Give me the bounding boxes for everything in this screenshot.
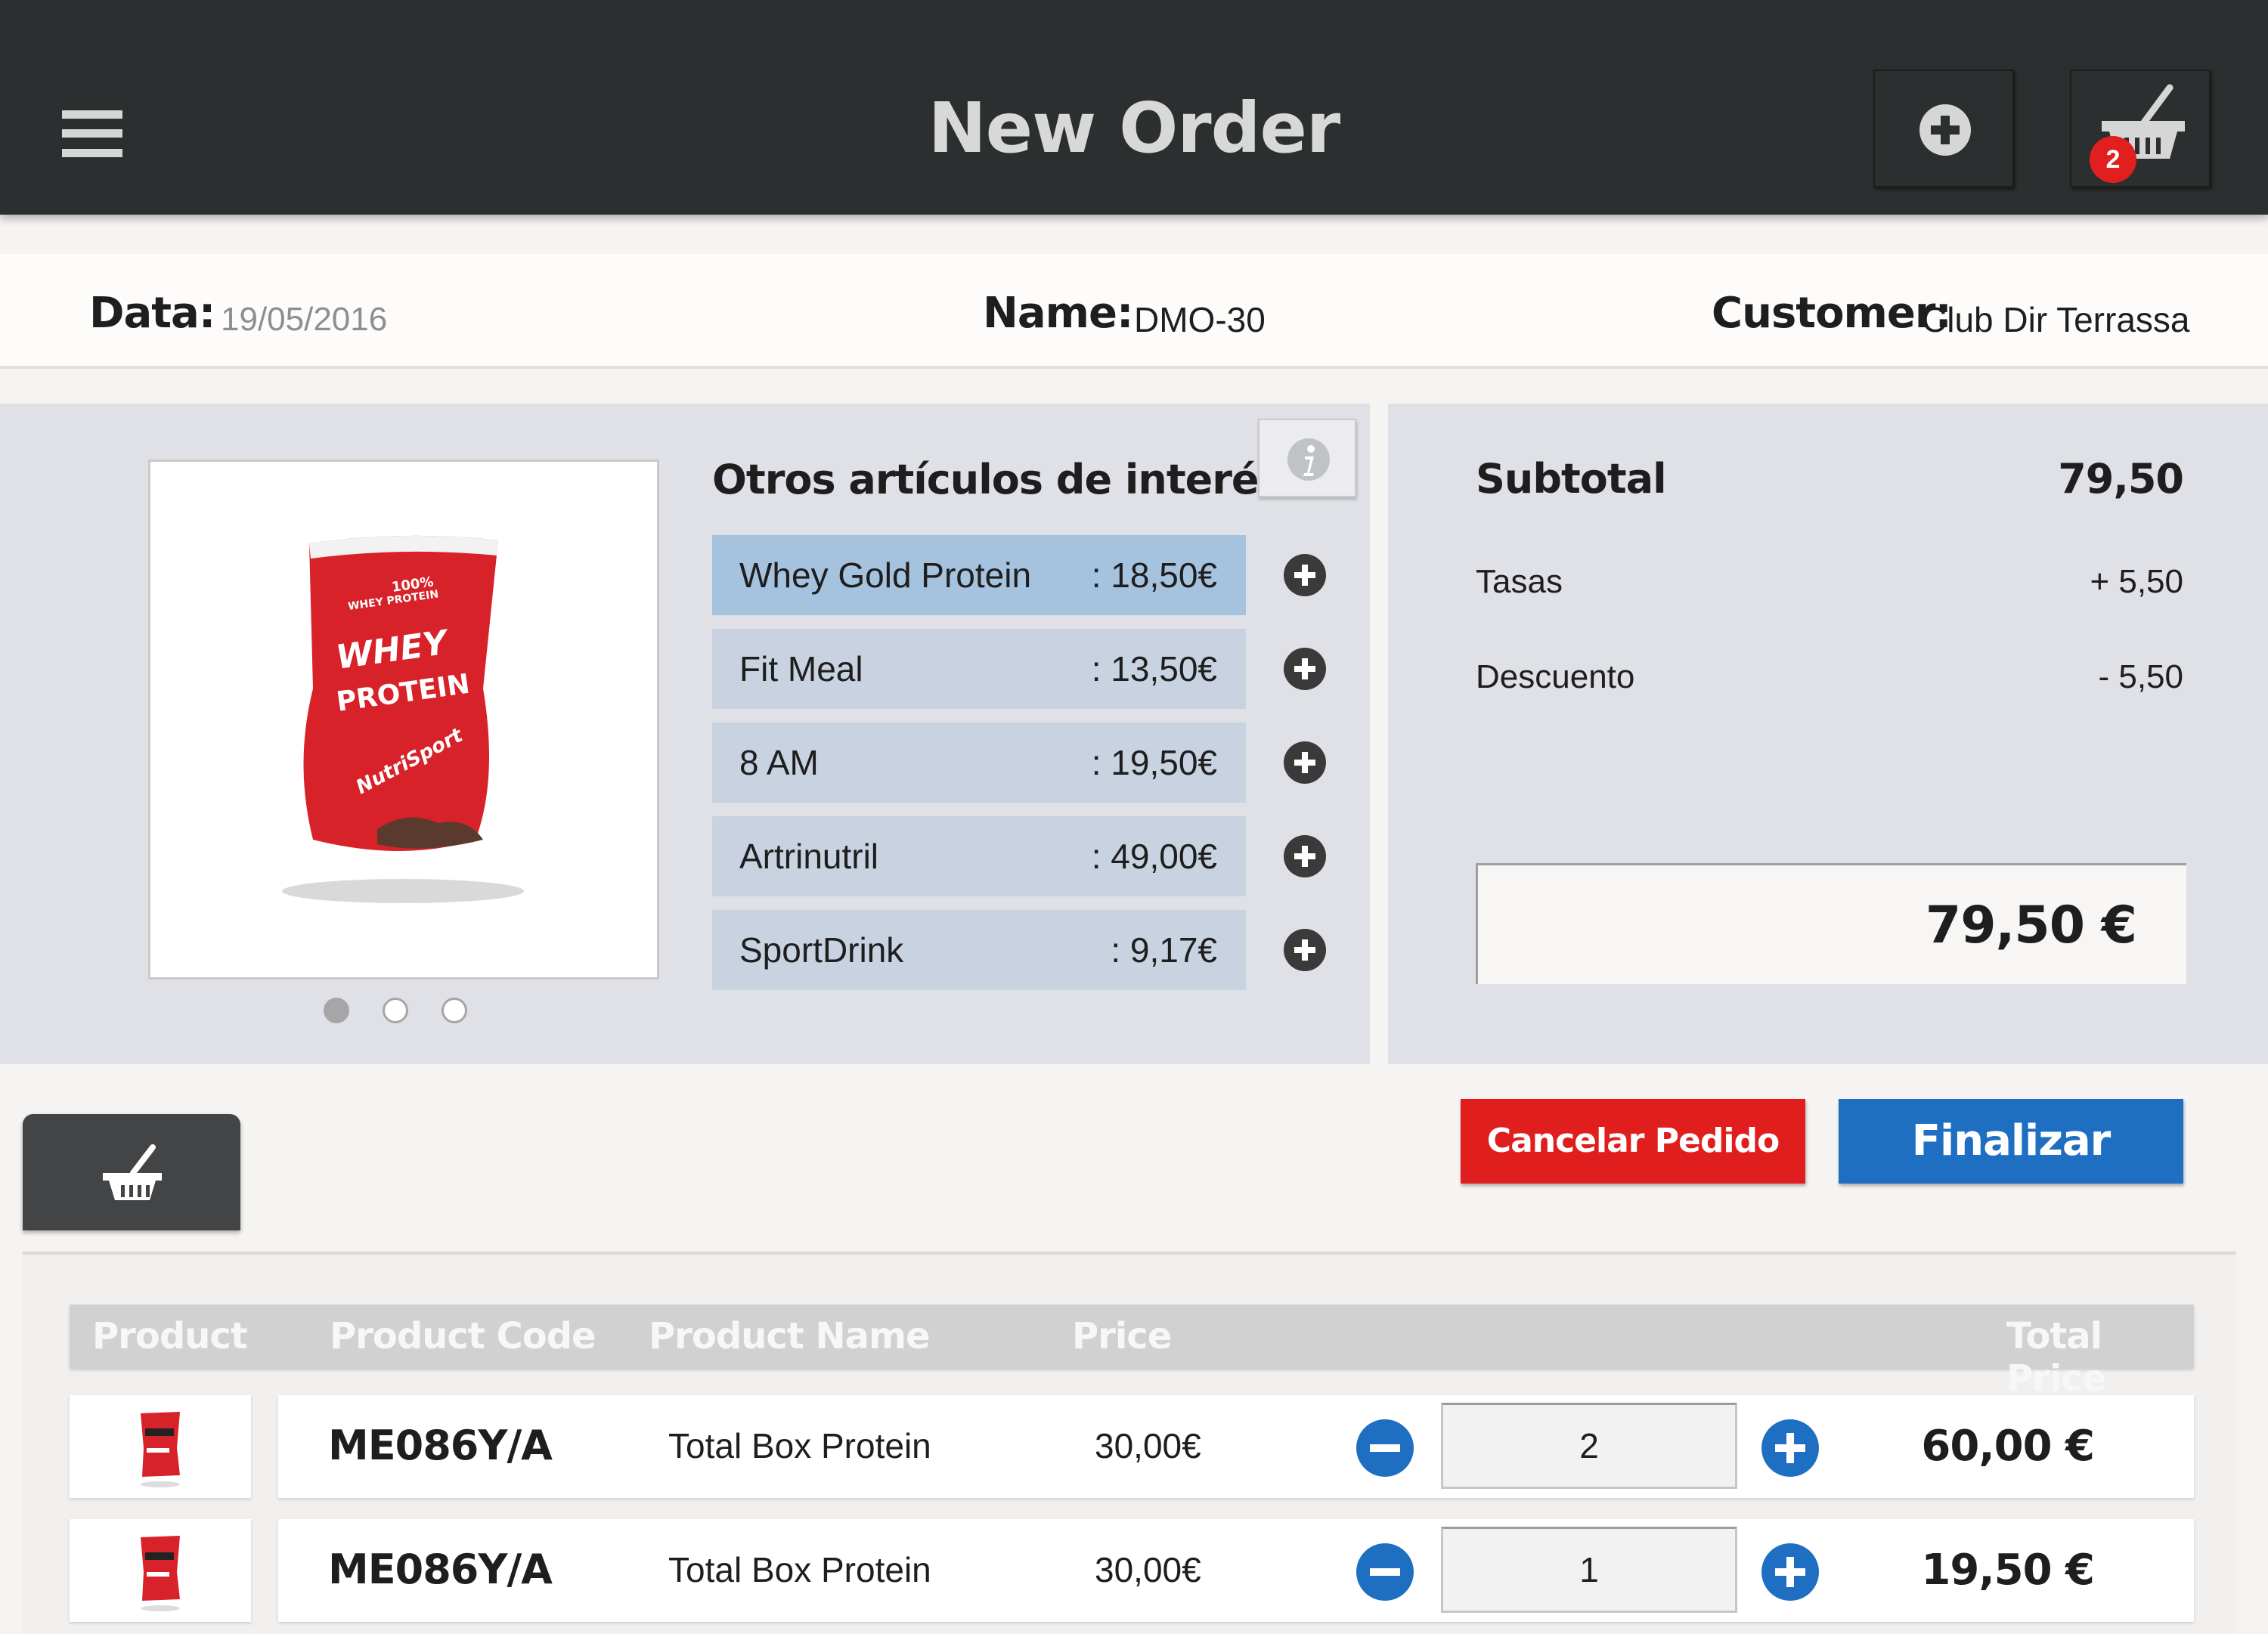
protein-bag-thumbnail [141, 1536, 180, 1611]
product-code: ME086Y/A [328, 1546, 553, 1593]
column-header: Product [92, 1315, 248, 1357]
subtotal-row: Subtotal 79,50 [1476, 449, 2184, 509]
carousel-dot[interactable] [383, 998, 408, 1023]
minus-circle-icon[interactable] [1355, 1418, 1415, 1478]
add-order-button[interactable] [1873, 70, 2014, 187]
product-panel: 100% WHEY PROTEIN WHEY PROTEIN NutriSpor… [0, 404, 1370, 1064]
discount-row: Descuento - 5,50 [1476, 647, 2183, 707]
subtotal-value: 79,50 [2058, 455, 2184, 503]
order-total: 79,50 € [1925, 896, 2137, 955]
row-total-price: 60,00 € [1921, 1422, 2095, 1471]
related-item[interactable]: 8 AM : 19,50€ [712, 723, 1246, 803]
finalize-order-button[interactable]: Finalizar [1839, 1099, 2183, 1184]
order-info-row: Data: 19/05/2016 Name: DMO-30 Customer: … [0, 254, 2268, 369]
info-icon [1287, 438, 1330, 481]
product-thumbnail[interactable] [70, 1395, 251, 1498]
date-label: Data: [89, 289, 215, 338]
related-item[interactable]: Whey Gold Protein : 18,50€ [712, 535, 1246, 615]
date-value: 19/05/2016 [221, 301, 388, 338]
customer-value: Club Dir Terrassa [1922, 300, 2190, 339]
carousel-dot[interactable] [442, 998, 467, 1023]
column-header: Product Code [330, 1315, 596, 1357]
table-row: ME086Y/A Total Box Protein 30,00€ 1 19,5… [278, 1519, 2194, 1622]
taxes-value: + 5,50 [2090, 563, 2183, 600]
taxes-row: Tasas + 5,50 [1476, 552, 2183, 612]
related-item[interactable]: Fit Meal : 13,50€ [712, 629, 1246, 709]
product-image[interactable]: 100% WHEY PROTEIN WHEY PROTEIN NutriSpor… [148, 460, 659, 979]
cart-count-badge: 2 [2090, 136, 2136, 183]
name-value: DMO-30 [1134, 300, 1266, 339]
cart-button[interactable]: 2 [2070, 70, 2211, 187]
subtotal-label: Subtotal [1476, 455, 1667, 503]
add-related-item-icon[interactable] [1282, 552, 1328, 598]
discount-value: - 5,50 [2098, 658, 2183, 695]
order-total-box: 79,50 € [1476, 863, 2186, 984]
plus-circle-icon [1919, 104, 1971, 156]
column-header: Total Price [2006, 1315, 2106, 1400]
cart-tab[interactable] [23, 1114, 240, 1230]
summary-panel: Subtotal 79,50 Tasas + 5,50 Descuento - … [1388, 404, 2268, 1064]
info-button[interactable] [1258, 419, 1356, 497]
plus-circle-icon[interactable] [1760, 1418, 1820, 1478]
discount-label: Descuento [1476, 658, 1635, 695]
row-total-price: 19,50 € [1921, 1546, 2095, 1595]
add-related-item-icon[interactable] [1282, 927, 1328, 973]
plus-circle-icon[interactable] [1760, 1542, 1820, 1602]
related-item[interactable]: SportDrink : 9,17€ [712, 910, 1246, 990]
table-row: ME086Y/A Total Box Protein 30,00€ 2 60,0… [278, 1395, 2194, 1498]
basket-icon [103, 1144, 162, 1200]
taxes-label: Tasas [1476, 563, 1563, 600]
order-items-table: Product Product Code Product Name Price … [23, 1252, 2236, 1634]
product-name: Total Box Protein [668, 1550, 931, 1589]
add-related-item-icon[interactable] [1282, 834, 1328, 879]
column-header: Product Name [649, 1315, 931, 1357]
table-header: Product Product Code Product Name Price … [70, 1304, 2194, 1400]
cancel-order-button[interactable]: Cancelar Pedido [1461, 1099, 1805, 1184]
customer-label: Customer: [1712, 289, 1952, 338]
top-bar: New Order 2 [0, 0, 2268, 215]
quantity-input[interactable]: 2 [1441, 1403, 1737, 1489]
carousel-dot[interactable] [324, 998, 349, 1023]
protein-bag-image: 100% WHEY PROTEIN WHEY PROTEIN NutriSpor… [282, 535, 524, 903]
related-item[interactable]: Artrinutril : 49,00€ [712, 816, 1246, 896]
name-label: Name: [983, 289, 1133, 338]
product-code: ME086Y/A [328, 1422, 553, 1469]
add-related-item-icon[interactable] [1282, 646, 1328, 692]
column-header: Price [1072, 1315, 1172, 1357]
add-related-item-icon[interactable] [1282, 740, 1328, 785]
product-price: 30,00€ [1095, 1550, 1201, 1589]
carousel-dots [324, 998, 475, 1028]
related-items-title: Otros artículos de interés [712, 456, 1283, 503]
product-price: 30,00€ [1095, 1426, 1201, 1465]
minus-circle-icon[interactable] [1355, 1542, 1415, 1602]
product-thumbnail[interactable] [70, 1519, 251, 1622]
product-name: Total Box Protein [668, 1426, 931, 1465]
quantity-input[interactable]: 1 [1441, 1527, 1737, 1613]
protein-bag-thumbnail [141, 1412, 180, 1487]
